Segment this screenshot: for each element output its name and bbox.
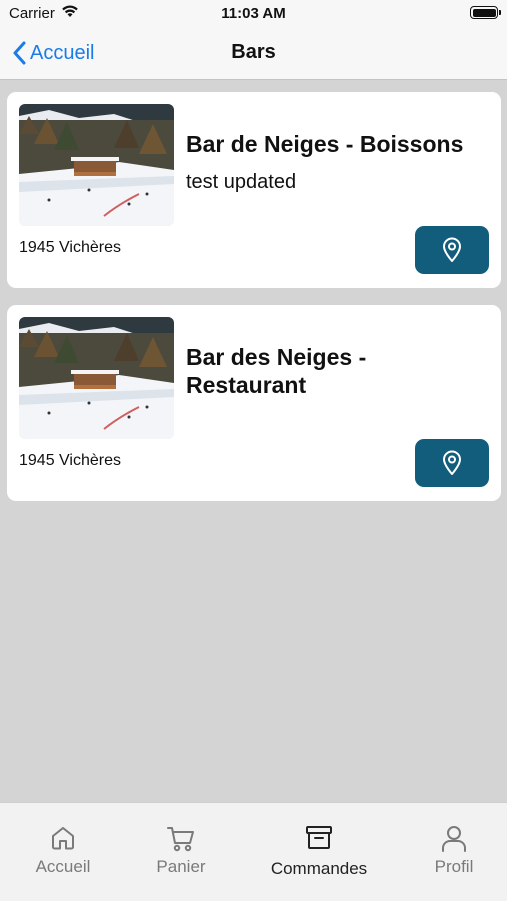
- bar-location: 1945 Vichères: [19, 239, 121, 256]
- bar-description: test updated: [186, 171, 297, 193]
- map-button[interactable]: [415, 226, 489, 274]
- clock: 11:03 AM: [221, 5, 286, 22]
- page-title: Bars: [231, 41, 276, 63]
- navigation-bar: Accueil Bars: [0, 28, 507, 80]
- tab-commandes[interactable]: Commandes: [256, 803, 382, 901]
- tab-accueil[interactable]: Accueil: [0, 803, 126, 901]
- tab-bar: Accueil Panier Commandes Profil: [0, 802, 507, 901]
- tab-label: Panier: [156, 857, 206, 876]
- bar-title: Bar des Neiges - Restaurant: [186, 344, 367, 398]
- tab-label: Commandes: [270, 859, 368, 878]
- cart-icon: [167, 827, 194, 852]
- bar-title: Bar de Neiges - Boissons: [186, 131, 464, 157]
- map-button[interactable]: [415, 439, 489, 487]
- bar-card[interactable]: Bar des Neiges - Restaurant 1945 Vichère…: [7, 305, 501, 501]
- tab-label: Profil: [434, 857, 474, 876]
- bar-location: 1945 Vichères: [19, 452, 121, 469]
- map-pin-icon: [443, 450, 461, 475]
- person-icon: [442, 826, 466, 852]
- status-bar: Carrier 11:03 AM: [0, 0, 507, 28]
- bar-card[interactable]: Bar de Neiges - Boissons test updated 19…: [7, 92, 501, 288]
- battery-icon: [470, 6, 501, 19]
- bar-photo: [19, 104, 174, 226]
- tab-panier[interactable]: Panier: [118, 803, 244, 901]
- archive-box-icon: [306, 826, 332, 849]
- tab-label: Accueil: [35, 857, 91, 876]
- tab-profil[interactable]: Profil: [391, 803, 507, 901]
- home-icon: [52, 827, 74, 850]
- bar-photo: [19, 317, 174, 439]
- map-pin-icon: [443, 237, 461, 262]
